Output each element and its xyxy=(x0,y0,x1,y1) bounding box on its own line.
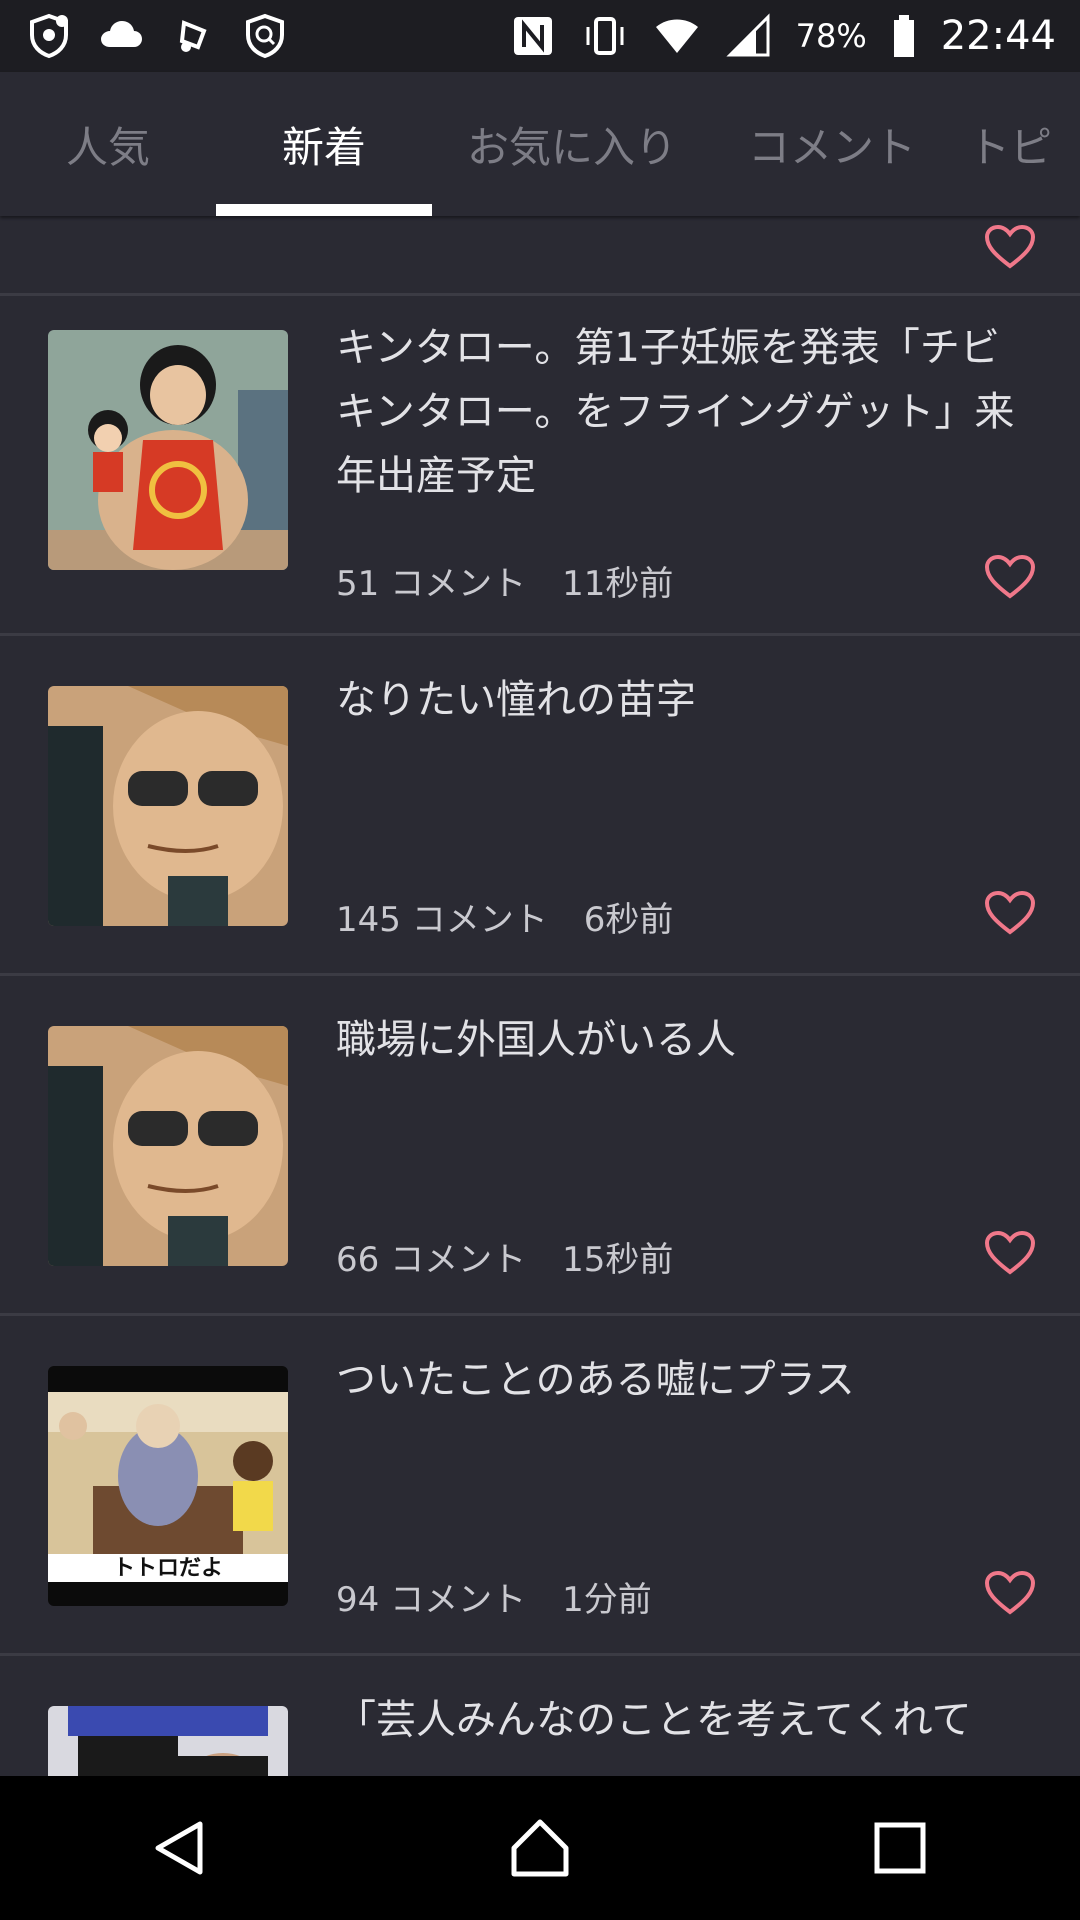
music-icon xyxy=(168,11,218,61)
home-icon xyxy=(511,1819,569,1877)
posted-time: 11秒前 xyxy=(562,564,674,604)
item-title: 職場に外国人がいる人 xyxy=(336,1017,736,1063)
thumbnail-image xyxy=(48,330,288,570)
heart-icon[interactable] xyxy=(984,554,1036,600)
thumbnail-image xyxy=(48,1026,288,1266)
item-title: ついたことのある嘘にプラス xyxy=(336,1357,855,1403)
square-icon xyxy=(874,1822,926,1874)
comment-count: 51 コメント xyxy=(336,564,527,604)
cloud-icon xyxy=(96,11,146,61)
recent-apps-button[interactable] xyxy=(840,1798,960,1898)
clock: 22:44 xyxy=(940,13,1056,59)
back-button[interactable] xyxy=(120,1798,240,1898)
item-meta: 51 コメント 11秒前 xyxy=(336,556,673,605)
navigation-bar xyxy=(0,1776,1080,1920)
item-meta: 145 コメント 6秒前 xyxy=(336,892,673,941)
list-item[interactable]: 職場に外国人がいる人 66 コメント 15秒前 xyxy=(0,976,1080,1316)
vibrate-icon xyxy=(580,11,630,61)
item-title: 「芸人みんなのことを考えてくれて xyxy=(336,1697,972,1743)
tab-comments[interactable]: コメント xyxy=(712,72,952,216)
active-tab-indicator xyxy=(216,204,432,216)
tab-popular[interactable]: 人気 xyxy=(0,72,216,216)
topic-list: キンタロー。第1子妊娠を発表「チビキンタロー。をフライングゲット」来年出産予定 … xyxy=(0,216,1080,1776)
comment-count: 94 コメント xyxy=(336,1580,527,1620)
back-triangle-icon xyxy=(155,1821,203,1875)
battery-icon xyxy=(889,11,919,61)
tab-favorites[interactable]: お気に入り xyxy=(432,72,712,216)
thumbnail-image xyxy=(48,686,288,926)
cell-signal-icon xyxy=(724,11,774,61)
nfc-icon xyxy=(508,11,558,61)
item-title: キンタロー。第1子妊娠を発表「チビキンタロー。をフライングゲット」来年出産予定 xyxy=(336,325,1015,499)
heart-icon[interactable] xyxy=(984,1230,1036,1276)
tab-topics[interactable]: トピ xyxy=(968,72,1080,216)
comment-count: 145 コメント xyxy=(336,900,548,940)
battery-percent: 78% xyxy=(795,17,867,55)
list-item[interactable]: キンタロー。第1子妊娠を発表「チビキンタロー。をフライングゲット」来年出産予定 … xyxy=(0,280,1080,636)
posted-time: 15秒前 xyxy=(562,1240,674,1280)
security-app-icon xyxy=(240,11,290,61)
home-button[interactable] xyxy=(480,1798,600,1898)
wifi-icon xyxy=(652,11,702,61)
list-item[interactable]: 「芸人みんなのことを考えてくれて xyxy=(0,1656,1080,1776)
heart-icon[interactable] xyxy=(984,1570,1036,1616)
comment-count: 66 コメント xyxy=(336,1240,527,1280)
item-title: なりたい憧れの苗字 xyxy=(336,677,696,723)
posted-time: 6秒前 xyxy=(583,900,674,940)
tab-new[interactable]: 新着 xyxy=(216,72,432,216)
list-item[interactable]: トトロだよ ついたことのある嘘にプラス 94 コメント 1分前 xyxy=(0,1316,1080,1656)
thumbnail-image xyxy=(48,1706,288,1776)
thumbnail-image: トトロだよ xyxy=(48,1366,288,1606)
tab-bar: 人気 新着 お気に入り コメント トピ xyxy=(0,72,1080,216)
status-bar: 78% 22:44 xyxy=(0,0,1080,72)
heart-icon[interactable] xyxy=(984,890,1036,936)
item-meta: 94 コメント 1分前 xyxy=(336,1572,652,1621)
shield-notification-icon xyxy=(24,11,74,61)
thumbnail-caption: トトロだよ xyxy=(113,1556,223,1581)
posted-time: 1分前 xyxy=(562,1580,652,1620)
list-item[interactable]: なりたい憧れの苗字 145 コメント 6秒前 xyxy=(0,636,1080,976)
item-meta: 66 コメント 15秒前 xyxy=(336,1232,673,1281)
heart-icon[interactable] xyxy=(984,224,1036,270)
